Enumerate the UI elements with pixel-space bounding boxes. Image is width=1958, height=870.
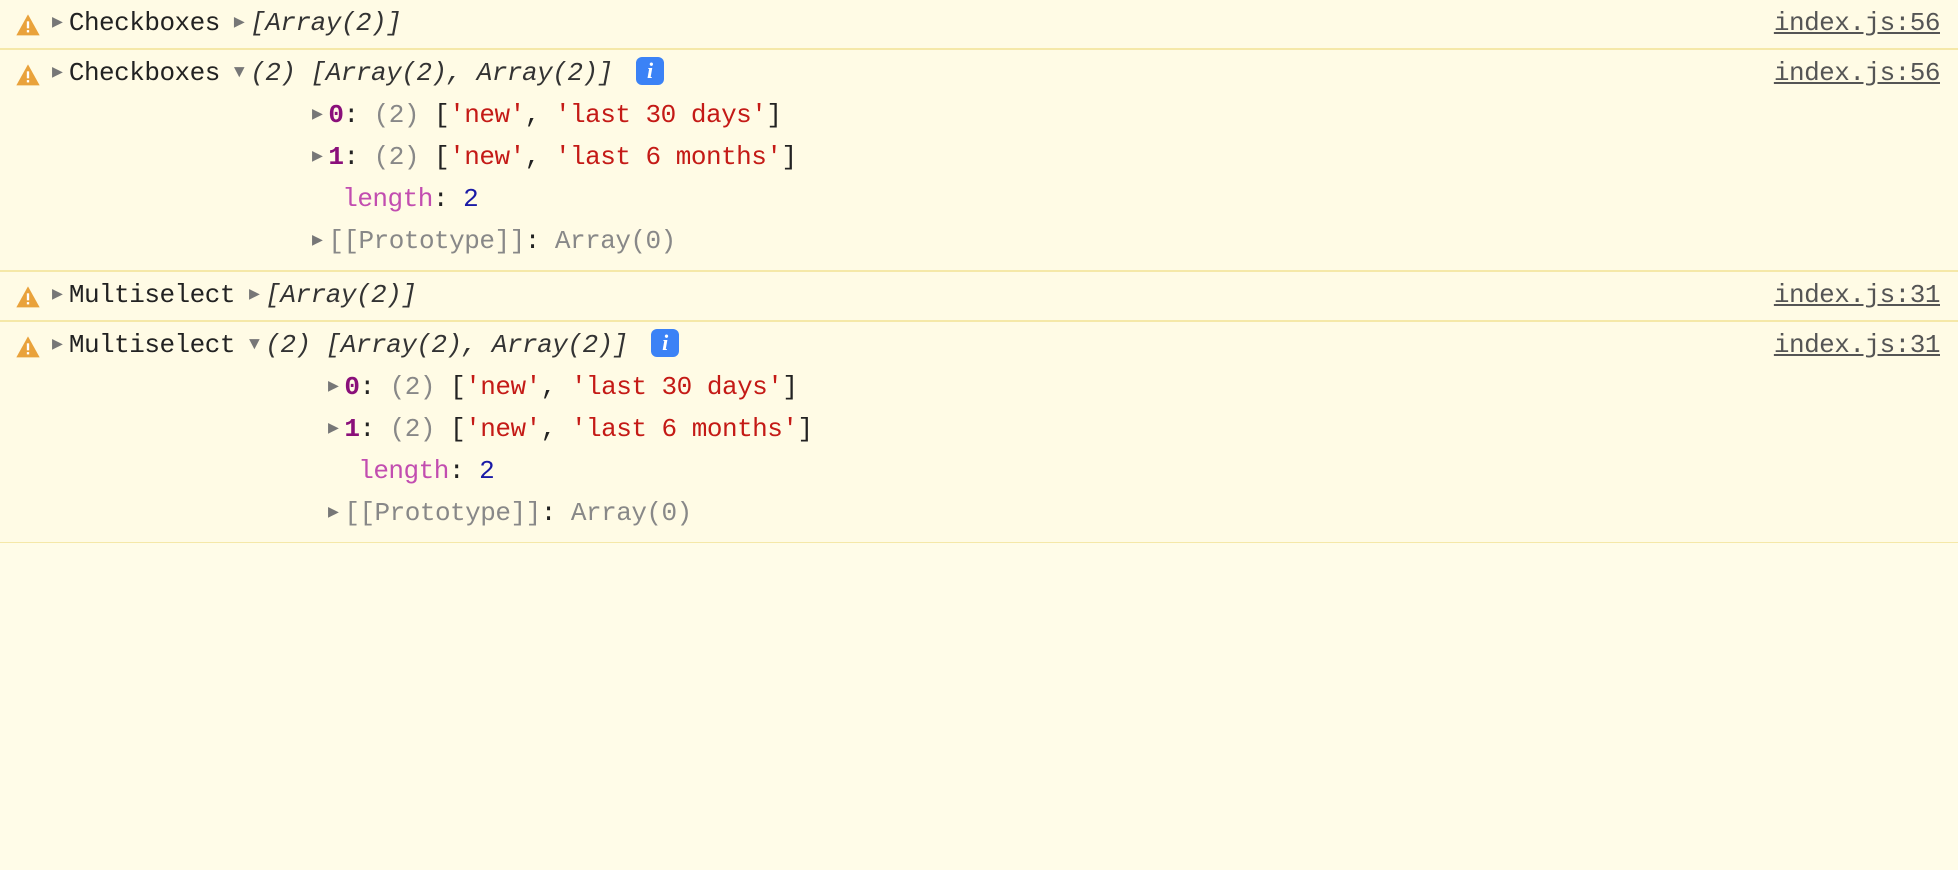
object-preview[interactable]: (2) [Array(2), Array(2)] i <box>234 58 664 88</box>
source-link[interactable]: index.js:56 <box>1774 8 1940 38</box>
expand-arrow-icon[interactable] <box>52 280 63 310</box>
info-icon[interactable]: i <box>636 57 664 85</box>
expanded-properties: 0: (2) ['new', 'last 30 days'] 1: (2) ['… <box>312 94 1940 262</box>
expand-arrow-icon[interactable] <box>328 498 338 528</box>
expand-arrow-icon[interactable] <box>328 414 338 444</box>
array-item[interactable]: 1: (2) ['new', 'last 6 months'] <box>328 408 1940 450</box>
expand-arrow-icon[interactable] <box>249 280 259 310</box>
expand-arrow-icon[interactable] <box>52 330 63 360</box>
length-property: length: 2 <box>312 178 1940 220</box>
expand-arrow-icon[interactable] <box>312 100 322 130</box>
expanded-properties: 0: (2) ['new', 'last 30 days'] 1: (2) ['… <box>328 366 1940 534</box>
warning-icon <box>14 284 42 312</box>
info-icon[interactable]: i <box>651 329 679 357</box>
expand-arrow-icon[interactable] <box>312 226 322 256</box>
collapse-arrow-icon[interactable] <box>249 330 259 360</box>
array-item[interactable]: 0: (2) ['new', 'last 30 days'] <box>312 94 1940 136</box>
source-link[interactable]: index.js:31 <box>1774 280 1940 310</box>
console-warning-row: Checkboxes (2) [Array(2), Array(2)] i in… <box>0 49 1958 271</box>
prototype-property[interactable]: [[Prototype]]: Array(0) <box>312 220 1940 262</box>
source-link[interactable]: index.js:56 <box>1774 58 1940 88</box>
expand-arrow-icon[interactable] <box>52 8 63 38</box>
log-label: Checkboxes <box>69 58 220 88</box>
collapse-arrow-icon[interactable] <box>234 58 244 88</box>
warning-icon <box>14 62 42 90</box>
log-label: Multiselect <box>69 330 235 360</box>
array-item[interactable]: 1: (2) ['new', 'last 6 months'] <box>312 136 1940 178</box>
object-preview[interactable]: [Array(2)] <box>249 280 416 310</box>
expand-arrow-icon[interactable] <box>328 372 338 402</box>
prototype-property[interactable]: [[Prototype]]: Array(0) <box>328 492 1940 534</box>
console-warning-row: Multiselect (2) [Array(2), Array(2)] i i… <box>0 321 1958 543</box>
expand-arrow-icon[interactable] <box>234 8 244 38</box>
log-label: Multiselect <box>69 280 235 310</box>
log-label: Checkboxes <box>69 8 220 38</box>
array-item[interactable]: 0: (2) ['new', 'last 30 days'] <box>328 366 1940 408</box>
length-property: length: 2 <box>328 450 1940 492</box>
console-warning-row: Multiselect [Array(2)] index.js:31 <box>0 271 1958 321</box>
source-link[interactable]: index.js:31 <box>1774 330 1940 360</box>
warning-icon <box>14 334 42 362</box>
object-preview[interactable]: (2) [Array(2), Array(2)] i <box>249 330 679 360</box>
object-preview[interactable]: [Array(2)] <box>234 8 401 38</box>
expand-arrow-icon[interactable] <box>312 142 322 172</box>
expand-arrow-icon[interactable] <box>52 58 63 88</box>
console-warning-row: Checkboxes [Array(2)] index.js:56 <box>0 0 1958 49</box>
warning-icon <box>14 12 42 40</box>
